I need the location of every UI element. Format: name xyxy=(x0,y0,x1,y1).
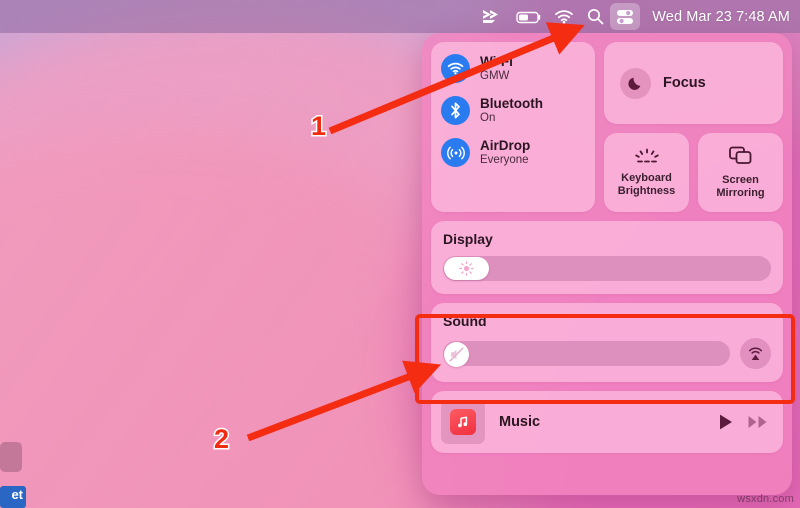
annotation-marker-2: 2 xyxy=(212,423,230,456)
screen: et Wed Mar 23 7:48 AM GMW Bluetooth On A… xyxy=(0,0,800,508)
arrow-2 xyxy=(246,360,442,442)
annotation-arrows xyxy=(246,22,585,442)
annotation-marker-1: 1 xyxy=(309,110,327,143)
watermark: wsxdn.com xyxy=(737,493,794,505)
arrow-1 xyxy=(328,22,585,135)
